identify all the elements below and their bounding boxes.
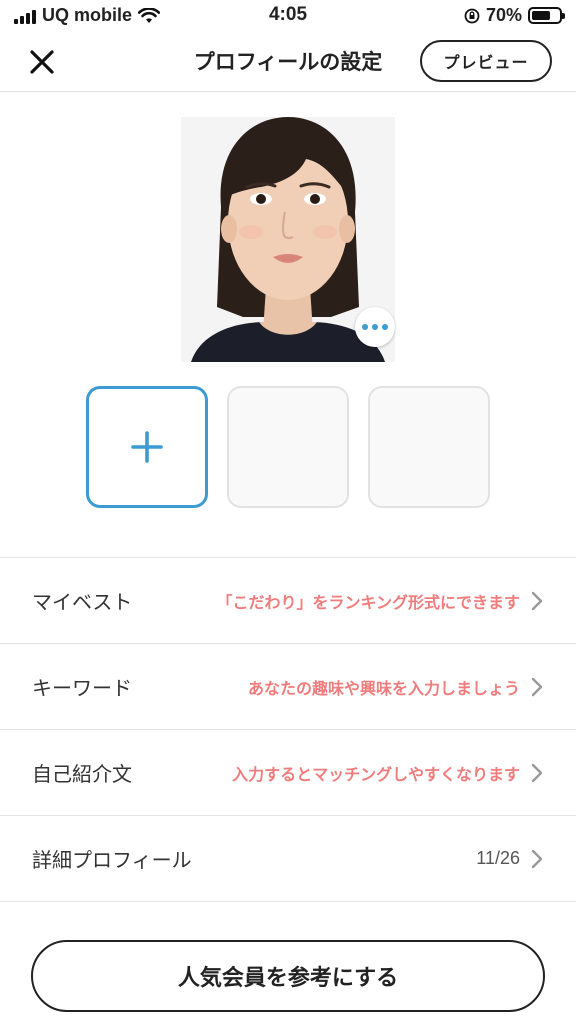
row-hint: 「こだわり」をランキング形式にできます [216, 592, 520, 612]
preview-button[interactable]: プレビュー [420, 40, 552, 82]
chevron-right-icon [531, 677, 543, 697]
chevron-right-icon [531, 591, 543, 611]
row-label: 自己紹介文 [32, 762, 132, 786]
chevron-right-icon [531, 849, 543, 869]
more-dot [382, 324, 388, 330]
add-photo-button[interactable] [86, 386, 208, 508]
row-label: 詳細プロフィール [32, 848, 192, 872]
photo-slot-2[interactable] [227, 386, 349, 508]
status-bar: UQ mobile 4:05 70% [0, 0, 576, 32]
battery-level [532, 11, 551, 20]
more-dot [372, 324, 378, 330]
plus-icon [131, 431, 163, 463]
profile-settings-list: マイベスト 「こだわり」をランキング形式にできます キーワード あなたの趣味や興… [0, 557, 576, 902]
popular-members-button[interactable]: 人気会員を参考にする [31, 940, 545, 1012]
photo-more-button[interactable] [355, 307, 395, 347]
battery-percent: 70% [485, 5, 522, 25]
nav-bar: プロフィールの設定 プレビュー [0, 32, 576, 92]
row-my-best[interactable]: マイベスト 「こだわり」をランキング形式にできます [0, 558, 576, 644]
row-keywords[interactable]: キーワード あなたの趣味や興味を入力しましょう [0, 644, 576, 730]
chevron-right-icon [531, 763, 543, 783]
row-self-introduction[interactable]: 自己紹介文 入力するとマッチングしやすくなります [0, 730, 576, 816]
more-dots-icon [362, 324, 368, 330]
status-right: 70% [464, 5, 565, 26]
row-hint: あなたの趣味や興味を入力しましょう [247, 678, 520, 698]
battery-icon [528, 7, 565, 24]
row-count: 11/26 [476, 848, 520, 868]
row-detailed-profile[interactable]: 詳細プロフィール 11/26 [0, 816, 576, 902]
row-label: キーワード [32, 676, 132, 700]
photo-slot-3[interactable] [368, 386, 490, 508]
row-label: マイベスト [32, 590, 133, 614]
orientation-lock-icon [464, 8, 480, 23]
row-hint: 入力するとマッチングしやすくなります [232, 764, 520, 784]
